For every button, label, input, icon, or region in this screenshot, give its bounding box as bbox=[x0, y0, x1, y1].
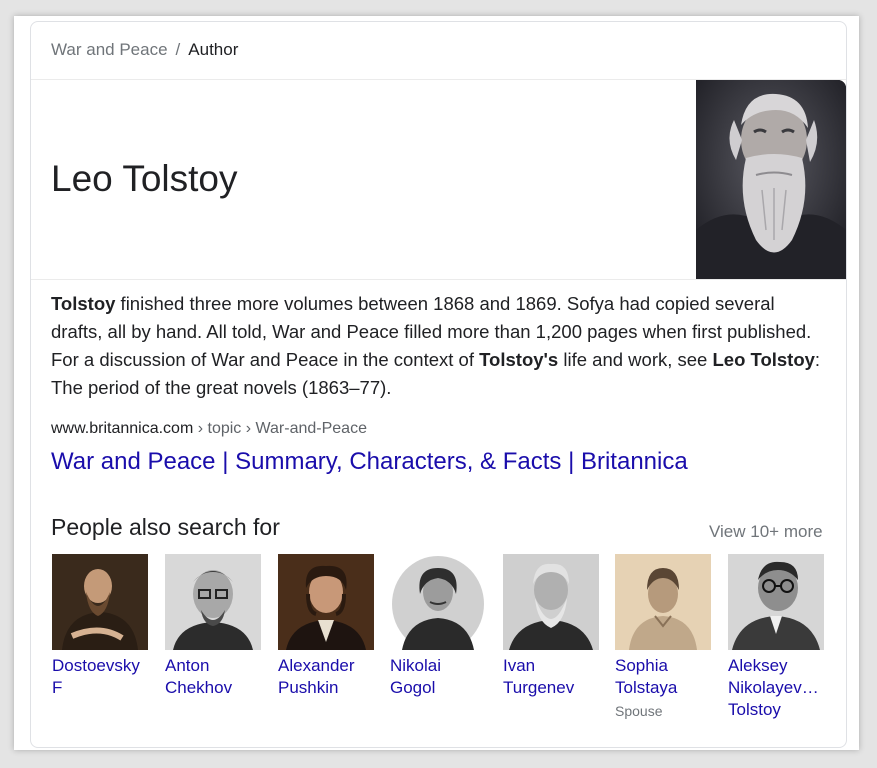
person-name[interactable]: Nikolai Gogol bbox=[390, 655, 490, 699]
screenshot-frame: War and Peace / Author Leo Tolstoy Tolst… bbox=[14, 16, 859, 750]
bold-term: Leo Tolstoy bbox=[712, 349, 815, 370]
person-thumbnail[interactable] bbox=[390, 554, 486, 650]
person-card-chekhov[interactable]: Anton Chekhov bbox=[165, 554, 265, 699]
entity-title: Leo Tolstoy bbox=[51, 158, 238, 199]
person-name-line: Turgenev bbox=[503, 678, 575, 697]
person-name-line: Dostoevsky bbox=[52, 656, 140, 675]
person-thumbnail[interactable] bbox=[615, 554, 711, 650]
person-thumbnail[interactable] bbox=[503, 554, 599, 650]
description-segment: life and work, see bbox=[558, 349, 713, 370]
person-name-line: Tolstoy bbox=[728, 700, 781, 719]
person-name-line: Tolstaya bbox=[615, 678, 678, 697]
person-relation: Spouse bbox=[615, 703, 663, 719]
people-also-search-heading: People also search for bbox=[51, 514, 280, 540]
person-name[interactable]: Aleksey Nikolayev… Tolstoy bbox=[728, 655, 828, 721]
source-domain: www.britannica.com bbox=[51, 420, 194, 437]
source-path: › topic › War-and-Peace bbox=[193, 420, 367, 437]
person-thumbnail[interactable] bbox=[165, 554, 261, 650]
person-name-line: Aleksey bbox=[728, 656, 788, 675]
person-name-line: Gogol bbox=[390, 678, 436, 697]
person-thumbnail[interactable] bbox=[278, 554, 374, 650]
person-card-gogol[interactable]: Nikolai Gogol bbox=[390, 554, 490, 699]
person-name-line: Anton bbox=[165, 656, 210, 675]
breadcrumb-parent[interactable]: War and Peace bbox=[51, 40, 168, 60]
source-citation[interactable]: www.britannica.com › topic › War-and-Pea… bbox=[51, 420, 367, 438]
person-name[interactable]: Dostoevsky F bbox=[52, 655, 152, 699]
entity-portrait-image[interactable] bbox=[696, 80, 846, 279]
panel-divider bbox=[31, 279, 846, 280]
person-name-line: Pushkin bbox=[278, 678, 339, 697]
person-name-line: Nikolai bbox=[390, 656, 442, 675]
person-name[interactable]: Alexander Pushkin bbox=[278, 655, 378, 699]
person-card-aleksey-tolstoy[interactable]: Aleksey Nikolayev… Tolstoy bbox=[728, 554, 828, 721]
person-thumbnail[interactable] bbox=[728, 554, 824, 650]
view-more-link[interactable]: View 10+ more bbox=[709, 522, 823, 542]
person-name[interactable]: Sophia Tolstaya bbox=[615, 655, 715, 699]
person-name[interactable]: Anton Chekhov bbox=[165, 655, 265, 699]
person-thumbnail[interactable] bbox=[52, 554, 148, 650]
knowledge-panel: War and Peace / Author Leo Tolstoy Tolst… bbox=[30, 21, 847, 748]
person-name-line: Ivan bbox=[503, 656, 536, 675]
person-name-line: F bbox=[52, 678, 63, 697]
description-text: Tolstoy finished three more volumes betw… bbox=[51, 290, 821, 402]
result-title-link[interactable]: War and Peace | Summary, Characters, & F… bbox=[51, 448, 688, 476]
person-name-line: Alexander bbox=[278, 656, 355, 675]
person-card-tolstaya[interactable]: Sophia Tolstaya Spouse bbox=[615, 554, 715, 719]
bold-term: Tolstoy's bbox=[479, 349, 559, 370]
person-name-line: Chekhov bbox=[165, 678, 233, 697]
person-card-dostoevsky[interactable]: Dostoevsky F bbox=[52, 554, 152, 699]
person-card-turgenev[interactable]: Ivan Turgenev bbox=[503, 554, 603, 699]
breadcrumb-separator: / bbox=[175, 40, 181, 59]
bold-term: Tolstoy bbox=[51, 293, 116, 314]
person-name[interactable]: Ivan Turgenev bbox=[503, 655, 603, 699]
breadcrumb: War and Peace / Author bbox=[51, 40, 238, 60]
person-name-line: Sophia bbox=[615, 656, 668, 675]
person-card-pushkin[interactable]: Alexander Pushkin bbox=[278, 554, 378, 699]
person-name-line: Nikolayev… bbox=[728, 678, 819, 697]
breadcrumb-current: Author bbox=[188, 40, 239, 59]
